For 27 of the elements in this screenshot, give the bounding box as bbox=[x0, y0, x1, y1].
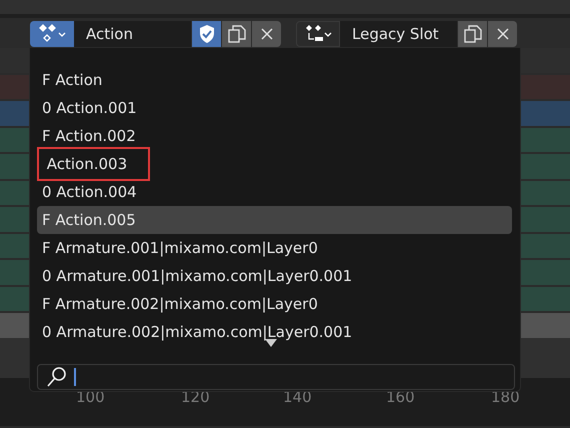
menu-item[interactable]: F Action bbox=[37, 66, 512, 94]
copy-icon bbox=[464, 25, 482, 43]
close-icon bbox=[260, 27, 274, 41]
slot-type-button[interactable] bbox=[296, 21, 340, 47]
menu-item[interactable]: F Armature.002|mixamo.com|Layer0 bbox=[37, 290, 512, 318]
menu-item[interactable]: 0 Action.004 bbox=[37, 178, 512, 206]
menu-item[interactable]: 0 Armature.002|mixamo.com|Layer0.001 bbox=[37, 318, 512, 346]
menu-item[interactable]: Action.003 bbox=[37, 150, 512, 178]
close-icon bbox=[496, 27, 510, 41]
shield-icon bbox=[198, 24, 216, 44]
close-button[interactable] bbox=[488, 21, 517, 47]
close-button[interactable] bbox=[252, 21, 281, 47]
menu-item[interactable]: 0 Armature.001|mixamo.com|Layer0.001 bbox=[37, 262, 512, 290]
menu-item[interactable]: F Armature.001|mixamo.com|Layer0 bbox=[37, 234, 512, 262]
copy-button[interactable] bbox=[458, 21, 487, 47]
menu-item[interactable]: 0 Action.001 bbox=[37, 94, 512, 122]
menu-item[interactable]: F Action.005 bbox=[37, 206, 512, 234]
action-name-field[interactable]: Action bbox=[74, 21, 191, 47]
slot-name-field[interactable]: Legacy Slot bbox=[340, 21, 457, 47]
fake-user-shield-button[interactable] bbox=[192, 21, 221, 47]
copy-button[interactable] bbox=[222, 21, 251, 47]
action-type-button[interactable] bbox=[30, 21, 74, 47]
menu-item[interactable]: F Action.002 bbox=[37, 122, 512, 150]
scroll-down-arrow-icon[interactable] bbox=[265, 339, 277, 347]
search-field[interactable] bbox=[37, 364, 515, 390]
copy-icon bbox=[228, 25, 246, 43]
search-icon bbox=[46, 366, 68, 388]
